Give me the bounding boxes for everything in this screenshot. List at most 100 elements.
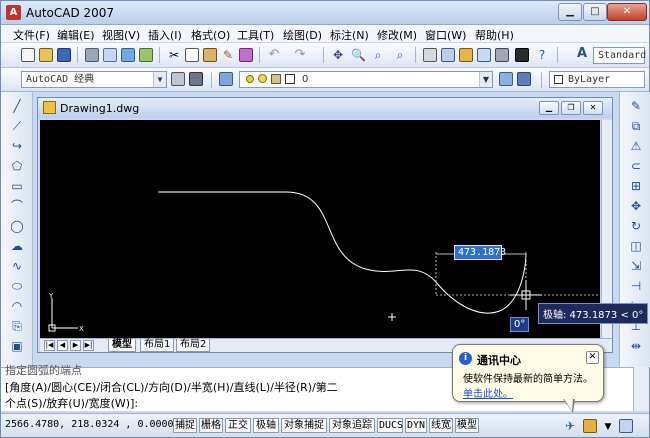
prev-tab-button[interactable]: ◀ [57, 340, 68, 351]
cut-icon[interactable]: ✂ [167, 48, 181, 62]
layer-combo[interactable]: 0 ▼ [239, 71, 493, 88]
open-icon[interactable] [39, 48, 53, 62]
model-button[interactable]: 模型 [455, 418, 479, 433]
pan-icon[interactable]: ✥ [331, 48, 345, 62]
scale-icon[interactable]: ◫ [628, 238, 644, 254]
polygon-icon[interactable]: ⬠ [9, 158, 25, 174]
circle-icon[interactable]: ◯ [9, 218, 25, 234]
rectangle-icon[interactable]: ▭ [9, 178, 25, 194]
tab-layout1[interactable]: 布局1 [140, 339, 175, 352]
trim-icon[interactable]: ⊣ [628, 278, 644, 294]
publish-icon[interactable] [121, 48, 135, 62]
layer-lock-icon[interactable] [271, 74, 281, 84]
save-icon[interactable] [57, 48, 71, 62]
menu-draw[interactable]: 绘图(D) [283, 27, 322, 43]
quickcalc-icon[interactable] [515, 48, 529, 62]
stretch-icon[interactable]: ⇲ [628, 258, 644, 274]
menu-insert[interactable]: 插入(I) [148, 27, 182, 43]
autocad-logo-icon[interactable]: A [6, 5, 21, 20]
clean-screen-icon[interactable] [619, 419, 633, 433]
layer-previous-icon[interactable] [517, 72, 531, 86]
arc-icon[interactable]: ⌒ [9, 198, 25, 214]
tool-palettes-icon[interactable] [459, 48, 473, 62]
redo-icon[interactable]: ↷ [293, 48, 307, 62]
insert-block-icon[interactable]: ⎘ [9, 318, 25, 334]
color-combo[interactable]: ByLayer [549, 71, 645, 88]
toolbar-lock-icon[interactable] [583, 419, 597, 433]
osnap-button[interactable]: 对象捕捉 [281, 418, 327, 433]
help-icon[interactable]: ? [535, 48, 549, 62]
construction-line-icon[interactable]: ⟋ [9, 118, 25, 134]
snap-button[interactable]: 捕捉 [173, 418, 197, 433]
polar-button[interactable]: 极轴 [253, 418, 279, 433]
drawing-restore-button[interactable]: ❐ [561, 101, 581, 115]
workspace-save-icon[interactable] [189, 72, 203, 86]
minimize-button[interactable]: ▁ [558, 3, 582, 21]
properties-icon[interactable] [423, 48, 437, 62]
revision-cloud-icon[interactable]: ☁ [9, 238, 25, 254]
spline-icon[interactable]: ∿ [9, 258, 25, 274]
maximize-button[interactable]: □ [583, 3, 607, 21]
menu-file[interactable]: 文件(F) [13, 27, 50, 43]
lineweight-button[interactable]: 线宽 [429, 418, 453, 433]
mirror-icon[interactable]: ⚠ [628, 138, 644, 154]
copy-object-icon[interactable]: ⧉ [628, 118, 644, 134]
ellipse-arc-icon[interactable]: ◠ [9, 298, 25, 314]
dyn-button[interactable]: DYN [405, 418, 427, 433]
block-editor-icon[interactable] [239, 48, 253, 62]
array-icon[interactable]: ⊞ [628, 178, 644, 194]
markup-icon[interactable] [495, 48, 509, 62]
communication-center-icon[interactable]: ✈ [563, 419, 577, 433]
make-block-icon[interactable]: ▣ [9, 338, 25, 354]
close-button[interactable]: ✕ [607, 3, 647, 21]
dynamic-length-input[interactable]: 473.1873 [454, 245, 506, 260]
otrack-button[interactable]: 对象追踪 [329, 418, 375, 433]
match-properties-icon[interactable]: ✎ [221, 48, 235, 62]
undo-icon[interactable]: ↶ [267, 48, 281, 62]
menu-tools[interactable]: 工具(T) [237, 27, 274, 43]
sheet-set-icon[interactable] [477, 48, 491, 62]
layer-manager-icon[interactable] [219, 72, 233, 86]
ducs-button[interactable]: DUCS [377, 418, 403, 433]
tab-model[interactable]: 模型 [108, 339, 136, 352]
text-style-icon[interactable]: A [575, 47, 589, 61]
plot-preview-icon[interactable] [103, 48, 117, 62]
ortho-button[interactable]: 正交 [225, 418, 251, 433]
rotate-icon[interactable]: ↻ [628, 218, 644, 234]
drawing-minimize-button[interactable]: ▁ [539, 101, 559, 115]
workspace-combo[interactable]: AutoCAD 经典 ▼ [21, 71, 167, 88]
design-center-icon[interactable] [441, 48, 455, 62]
tab-layout2[interactable]: 布局2 [176, 339, 211, 352]
line-icon[interactable]: ╱ [9, 98, 25, 114]
paste-icon[interactable] [203, 48, 217, 62]
copy-icon[interactable] [185, 48, 199, 62]
workspace-settings-icon[interactable] [171, 72, 185, 86]
ellipse-icon[interactable]: ⬭ [9, 278, 25, 294]
new-icon[interactable] [21, 48, 35, 62]
menu-format[interactable]: 格式(O) [191, 27, 230, 43]
zoom-realtime-icon[interactable]: 🔍 [351, 48, 366, 62]
dynamic-angle-input[interactable]: 0° [510, 317, 530, 332]
text-style-combo[interactable]: Standard [593, 47, 646, 64]
grid-button[interactable]: 栅格 [199, 418, 223, 433]
drawing-close-button[interactable]: ✕ [583, 101, 603, 115]
polyline-icon[interactable]: ↪ [9, 138, 25, 154]
menu-view[interactable]: 视图(V) [102, 27, 140, 43]
next-tab-button[interactable]: ▶ [70, 340, 81, 351]
coordinate-readout[interactable]: 2566.4780, 218.0324 , 0.0000 [5, 419, 174, 430]
menu-help[interactable]: 帮助(H) [475, 27, 514, 43]
layer-on-icon[interactable] [246, 75, 254, 83]
menu-dimension[interactable]: 标注(N) [330, 27, 369, 43]
balloon-close-button[interactable]: ✕ [586, 351, 599, 364]
zoom-window-icon[interactable]: ⌕ [371, 48, 385, 62]
3d-dwf-icon[interactable] [139, 48, 153, 62]
status-menu-chevron-icon[interactable]: ▼ [601, 420, 615, 434]
erase-icon[interactable]: ✎ [628, 98, 644, 114]
make-current-layer-icon[interactable] [499, 72, 513, 86]
balloon-link[interactable]: 单击此处。 [463, 385, 513, 400]
menu-window[interactable]: 窗口(W) [425, 27, 466, 43]
layer-thaw-icon[interactable] [258, 74, 267, 83]
move-icon[interactable]: ✥ [628, 198, 644, 214]
zoom-previous-icon[interactable]: ⌕ [393, 48, 407, 62]
print-icon[interactable] [85, 48, 99, 62]
